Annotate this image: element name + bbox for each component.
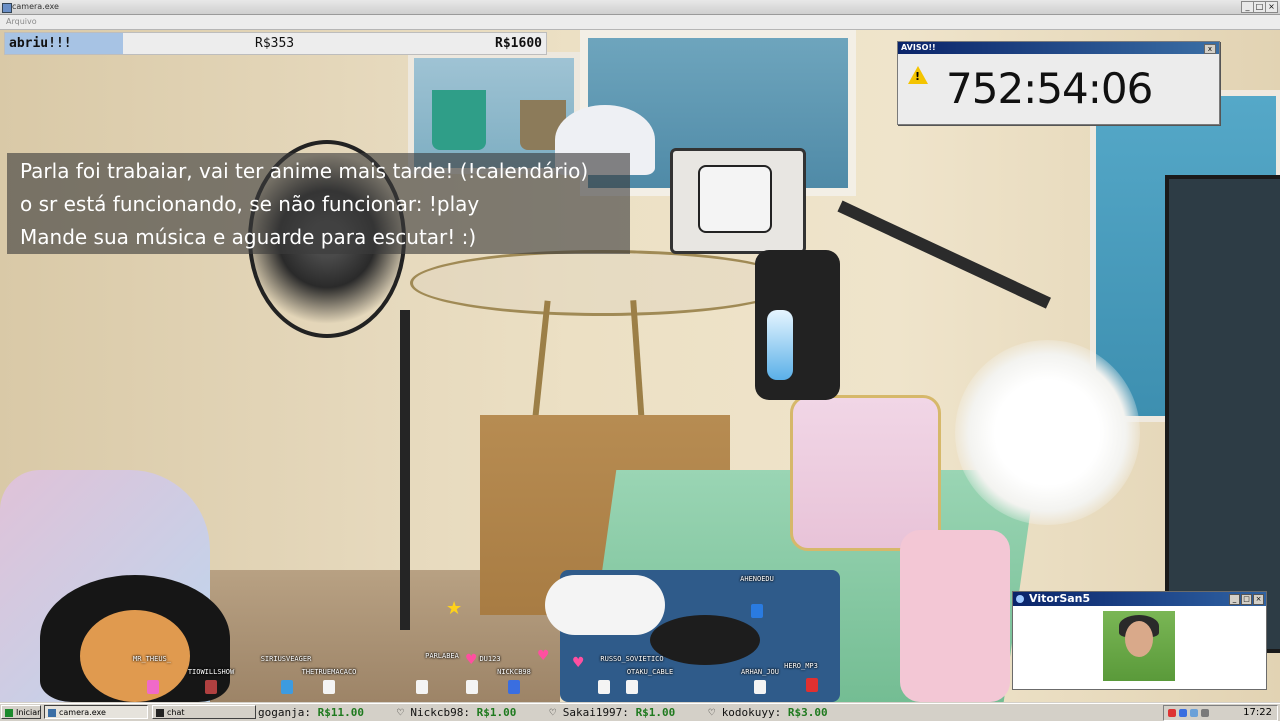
task-camera[interactable]: camera.exe [44,705,148,719]
avatar [466,680,478,694]
avatar [205,680,217,694]
floral-tin [790,395,941,551]
start-label: Iniciar [16,708,41,717]
computer-mouse [650,615,760,665]
task-label: chat [167,708,185,717]
mic-arm [837,200,1051,309]
volume-icon[interactable] [1190,709,1198,717]
cat-plush [545,575,665,635]
antivirus-icon[interactable] [1168,709,1176,717]
ticker-amount: R$11.00 [317,706,364,719]
stats-value-goal: R$1600 [495,36,542,51]
close-button[interactable]: × [1265,1,1278,13]
info-line: Mande sua música e aguarde para escutar!… [20,225,477,249]
avatar [806,678,818,692]
ticker-amount: R$1.00 [476,706,517,719]
ticker-user: Nickcb98: [410,706,470,719]
start-button[interactable]: Iniciar [1,705,41,719]
network-icon[interactable] [1179,709,1187,717]
system-tray: 17:22 [1163,705,1278,721]
info-overlay: Parla foi trabaiar, vai ter anime mais t… [7,153,630,254]
retro-tv [670,148,806,254]
webcam-window: VitorSan5 _ □ × [1012,591,1267,690]
avatar-name: HERO_MP3 [784,662,818,670]
mic-glow [767,310,793,380]
menu-arquivo[interactable]: Arquivo [6,17,37,26]
stats-bar: abriu!!! R$353 R$1600 [4,32,547,55]
avatar-name: THETRUEMACACO [301,668,357,676]
avatar [751,604,763,618]
heart-outline-icon: ♡ [708,706,716,719]
info-line: Parla foi trabaiar, vai ter anime mais t… [20,159,589,183]
camera-app-icon [48,709,56,717]
stats-value-current: R$353 [255,36,295,51]
tv-screen [698,165,772,233]
avatar [508,680,520,694]
alert-window: AVISO!! x ! 752:54:06 [897,41,1220,125]
avatar [281,680,293,694]
alert-close-button[interactable]: x [1204,44,1216,54]
heart-outline-icon: ♡ [549,706,557,719]
webcam-minimize-button[interactable]: _ [1229,594,1240,605]
ticker-amount: R$3.00 [787,706,828,719]
webcam-maximize-button[interactable]: □ [1241,594,1252,605]
avatar [598,680,610,694]
avatar-name: RUSSO_SOVIETICO [600,655,664,663]
task-chat[interactable]: chat [152,705,256,719]
window-titlebar: camera.exe _ □ × [0,0,1280,15]
avatar-name: NICKCB98 [497,668,531,676]
chat-app-icon [156,709,164,717]
avatar-name: PARLABEA [425,652,459,660]
microphone [755,250,840,400]
avatar-name: ARHAN_JOU [741,668,779,676]
star-icon: ★ [446,598,463,619]
info-line: o sr está funcionando, se não funcionar:… [20,192,480,216]
avatar-name: OTAKU_CABLE [626,668,674,676]
ticker-user: goganja: [258,706,311,719]
start-icon [5,709,13,717]
webcam-close-button[interactable]: × [1253,594,1264,605]
usb-icon[interactable] [1201,709,1209,717]
donation-ticker: goganja: R$11.00 ♡ Nickcb98: R$1.00 ♡ Sa… [258,705,1162,720]
ticker-user: kodokuyy: [721,706,782,719]
task-label: camera.exe [59,708,106,717]
avatar [754,680,766,694]
heart-outline-icon: ♡ [397,706,404,719]
countdown-timer: 752:54:06 [946,64,1153,113]
clock: 17:22 [1243,707,1272,718]
avatar-name: TIOWILLSHOW [187,668,235,676]
heart-icon: ♥ [572,655,585,671]
pink-lamp [900,530,1010,702]
avatar-name: DU123 [479,655,501,663]
warning-mark: ! [915,70,921,83]
fan-pole [400,310,410,630]
ticker-amount: R$1.00 [635,706,676,719]
avatar [416,680,428,694]
alert-title: AVISO!! [898,42,1219,54]
glass-table [410,250,796,316]
ticker-user: Sakai1997: [562,706,629,719]
person-face [1125,621,1153,657]
webcam-title: VitorSan5 [1029,592,1091,605]
user-icon [1016,595,1024,603]
monitor [1165,175,1280,653]
menubar: Arquivo [0,15,1280,30]
avatar-name: SIRIUSVEAGER [260,655,312,663]
avatar [626,680,638,694]
heart-icon: ♥ [465,652,478,668]
plant-pot [432,90,486,150]
avatar [323,680,335,694]
status-label: abriu!!! [5,33,123,54]
webcam-feed [1103,611,1175,681]
globe-lamp [955,340,1140,525]
avatar-name: MR_THEUS_ [133,655,171,663]
avatar [147,680,159,694]
window-title: camera.exe [12,2,59,11]
avatar-name: AHENOEDU [740,575,774,583]
heart-icon: ♥ [537,648,550,664]
taskbar: Iniciar camera.exe chat goganja: R$11.00… [0,703,1280,721]
app-icon [2,3,12,13]
